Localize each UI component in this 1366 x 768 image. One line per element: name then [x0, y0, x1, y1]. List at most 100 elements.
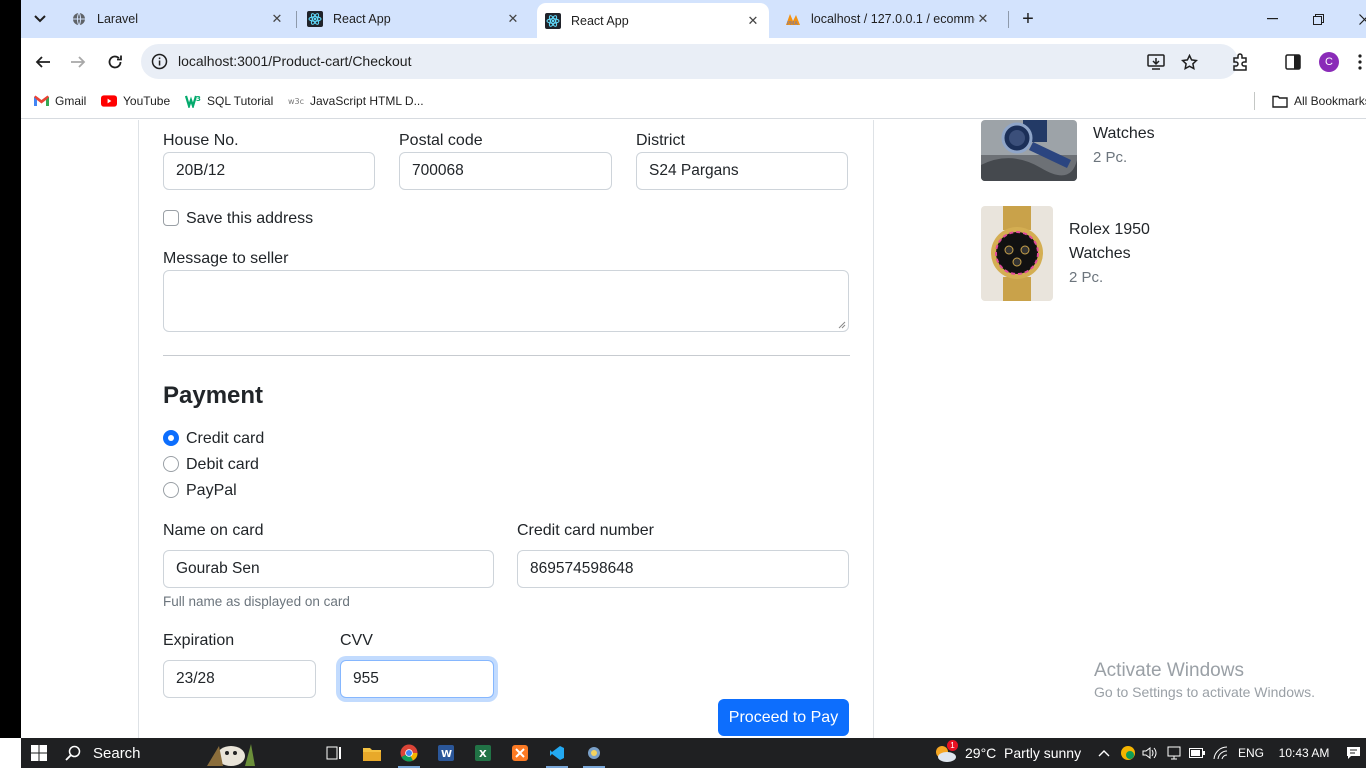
- postal-code-label: Postal code: [399, 132, 483, 149]
- watch-photo-icon: [981, 206, 1053, 301]
- tab-title: React App: [333, 12, 391, 26]
- tab-react-app-1[interactable]: React App ✕: [299, 0, 529, 38]
- wifi-icon: [1213, 746, 1228, 760]
- all-bookmarks-button[interactable]: All Bookmarks: [1272, 92, 1366, 110]
- clock[interactable]: 10:43 AM: [1275, 738, 1333, 768]
- search-highlight-icon: [207, 744, 255, 766]
- url-text: localhost:3001/Product-cart/Checkout: [178, 53, 412, 69]
- card-number-input[interactable]: 869574598648: [517, 550, 849, 588]
- star-icon[interactable]: [1180, 53, 1198, 71]
- windows-logo-icon: [31, 745, 47, 761]
- tab-react-app-active[interactable]: React App ✕: [537, 3, 769, 38]
- postal-code-input[interactable]: 700068: [399, 152, 612, 190]
- tab-laravel[interactable]: Laravel ✕: [63, 0, 293, 38]
- name-on-card-input[interactable]: Gourab Sen: [163, 550, 494, 588]
- save-address-label[interactable]: Save this address: [186, 210, 313, 228]
- profile-avatar[interactable]: C: [1319, 52, 1339, 72]
- language-indicator[interactable]: ENG: [1236, 738, 1266, 768]
- close-window-button[interactable]: [1341, 0, 1366, 38]
- taskbar-app[interactable]: [581, 738, 607, 768]
- all-bookmarks-label: All Bookmarks: [1294, 94, 1366, 108]
- address-bar[interactable]: localhost:3001/Product-cart/Checkout: [141, 44, 1238, 79]
- debit-card-label[interactable]: Debit card: [186, 456, 259, 474]
- close-icon[interactable]: ✕: [269, 11, 285, 27]
- save-address-checkbox[interactable]: [163, 210, 179, 226]
- bookmark-label: Gmail: [55, 94, 87, 108]
- screen-left-edge: [0, 0, 21, 738]
- proceed-to-pay-button[interactable]: Proceed to Pay: [718, 699, 849, 736]
- taskbar-vscode[interactable]: [544, 738, 570, 768]
- radio-debit-card[interactable]: [163, 456, 179, 472]
- taskbar-file-explorer[interactable]: [359, 738, 385, 768]
- battery-icon: [1189, 748, 1205, 758]
- excel-icon: X: [475, 745, 491, 761]
- expiration-input[interactable]: 23/28: [163, 660, 316, 698]
- close-icon[interactable]: ✕: [975, 11, 991, 27]
- taskbar-word[interactable]: W: [433, 738, 459, 768]
- w3c-icon: w3c: [288, 93, 304, 109]
- activate-windows-watermark: Activate Windows Go to Settings to activ…: [1094, 660, 1315, 700]
- minimize-button[interactable]: [1249, 0, 1295, 38]
- task-view-button[interactable]: [321, 738, 347, 768]
- menu-icon[interactable]: [1354, 52, 1366, 72]
- svg-text:3: 3: [196, 95, 201, 103]
- weather-widget[interactable]: 1 29°C Partly sunny: [933, 738, 1083, 768]
- name-on-card-label: Name on card: [163, 522, 264, 539]
- radio-paypal[interactable]: [163, 482, 179, 498]
- close-icon[interactable]: ✕: [505, 11, 521, 27]
- search-label: Search: [93, 744, 141, 762]
- bookmark-sql-tutorial[interactable]: 3 SQL Tutorial: [185, 92, 273, 110]
- extensions-icon[interactable]: [1230, 52, 1250, 72]
- message-textarea[interactable]: [163, 270, 849, 332]
- wifi-button[interactable]: [1211, 738, 1231, 768]
- radio-credit-card[interactable]: [163, 430, 179, 446]
- back-button[interactable]: [31, 50, 55, 74]
- name-on-card-help: Full name as displayed on card: [163, 594, 350, 609]
- speaker-icon: [1142, 747, 1157, 759]
- svg-text:PMA: PMA: [787, 21, 798, 26]
- reload-button[interactable]: [103, 50, 127, 74]
- show-hidden-icons-button[interactable]: [1096, 738, 1112, 768]
- resize-grip-icon[interactable]: [838, 321, 846, 329]
- start-button[interactable]: [29, 738, 49, 768]
- tab-title: Laravel: [97, 12, 138, 26]
- new-tab-button[interactable]: +: [1017, 8, 1039, 30]
- phpmyadmin-icon: PMA: [785, 11, 801, 27]
- restore-button[interactable]: [1295, 0, 1341, 38]
- tab-phpmyadmin[interactable]: PMA localhost / 127.0.0.1 / ecommerce ✕: [777, 0, 999, 38]
- tray-app-icon: [1121, 746, 1135, 760]
- close-icon[interactable]: ✕: [745, 13, 761, 29]
- district-input[interactable]: S24 Pargans: [636, 152, 848, 190]
- bookmark-youtube[interactable]: YouTube: [101, 92, 170, 110]
- taskbar-chrome[interactable]: [396, 738, 422, 768]
- taskbar-xampp[interactable]: [507, 738, 533, 768]
- tray-app[interactable]: [1119, 738, 1137, 768]
- cvv-input[interactable]: 955: [340, 660, 494, 698]
- forward-button[interactable]: [66, 50, 90, 74]
- taskbar-search[interactable]: Search: [65, 738, 255, 768]
- volume-button[interactable]: [1141, 738, 1159, 768]
- site-info-icon[interactable]: [151, 53, 168, 70]
- district-label: District: [636, 132, 685, 149]
- paypal-label[interactable]: PayPal: [186, 482, 237, 500]
- taskbar-excel[interactable]: X: [470, 738, 496, 768]
- card-number-label: Credit card number: [517, 522, 654, 539]
- battery-button[interactable]: [1187, 738, 1207, 768]
- bookmark-label: SQL Tutorial: [207, 94, 274, 108]
- bookmark-javascript-html[interactable]: w3c JavaScript HTML D...: [288, 92, 424, 110]
- house-no-input[interactable]: 20B/12: [163, 152, 375, 190]
- bookmark-gmail[interactable]: Gmail: [33, 92, 86, 110]
- word-icon: W: [438, 745, 454, 761]
- side-panel-icon[interactable]: [1283, 52, 1303, 72]
- network-button[interactable]: [1165, 738, 1183, 768]
- watermark-subtitle: Go to Settings to activate Windows.: [1094, 684, 1315, 700]
- install-app-icon[interactable]: [1147, 53, 1165, 71]
- tab-search-button[interactable]: [28, 7, 52, 31]
- credit-card-label[interactable]: Credit card: [186, 430, 264, 448]
- chevron-up-icon: [1098, 750, 1110, 757]
- search-icon: [65, 745, 81, 761]
- tab-title: React App: [571, 13, 629, 28]
- column-divider: [138, 120, 139, 738]
- browser-toolbar: localhost:3001/Product-cart/Checkout C: [21, 38, 1366, 85]
- notifications-button[interactable]: [1343, 738, 1363, 768]
